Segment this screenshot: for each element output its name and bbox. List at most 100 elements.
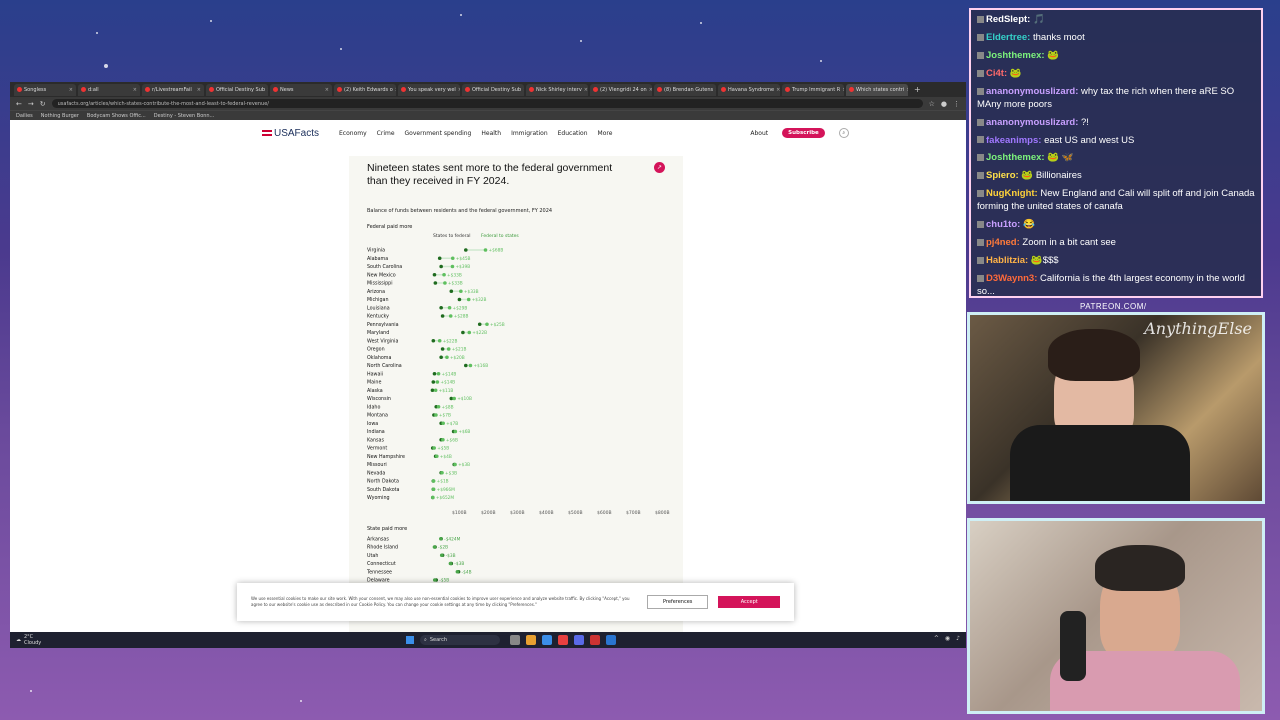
- preferences-button[interactable]: Preferences: [646, 595, 709, 609]
- chat-text: ?!: [1081, 116, 1089, 128]
- tab-label: (8) Brendan Gutens: [664, 86, 714, 93]
- close-icon[interactable]: ×: [267, 87, 268, 93]
- windows-start-icon[interactable]: [406, 636, 414, 644]
- browser-tab[interactable]: Nick Shirley interv ×: [526, 83, 588, 96]
- chat-username[interactable]: ananonymouslizard:: [986, 86, 1078, 97]
- chat-username[interactable]: fakeanimps:: [986, 135, 1041, 146]
- reload-icon[interactable]: ↻: [40, 100, 46, 108]
- dot-states-to-federal: [461, 330, 465, 335]
- chrome-icon[interactable]: [558, 635, 568, 645]
- chat-username[interactable]: Joshthemex:: [986, 152, 1045, 163]
- close-icon[interactable]: ×: [842, 87, 844, 93]
- chevron-up-icon[interactable]: ^: [934, 635, 939, 642]
- browser-tab[interactable]: Trump Immigrant R×: [782, 83, 844, 96]
- dot-federal-to-states: [437, 338, 442, 343]
- new-tab-icon[interactable]: +: [914, 85, 921, 94]
- nav-item[interactable]: More: [598, 130, 613, 137]
- nav-item[interactable]: Government spending: [405, 130, 472, 137]
- url-input[interactable]: usafacts.org/articles/which-states-contr…: [51, 99, 923, 108]
- bookmark-item[interactable]: Nothing Burger: [41, 113, 79, 119]
- nav-item[interactable]: Health: [481, 130, 501, 137]
- chat-username[interactable]: D3Waynn3:: [986, 273, 1037, 284]
- channel-watermark: AnythingElse: [1144, 319, 1252, 338]
- task-view-icon[interactable]: [510, 635, 520, 645]
- browser-tab[interactable]: (2) Vlengridi 24 on ×: [590, 83, 652, 96]
- discord-icon[interactable]: [574, 635, 584, 645]
- value-label: +$11B: [439, 388, 454, 394]
- close-icon[interactable]: ×: [133, 87, 137, 93]
- nav-item[interactable]: Crime: [377, 130, 395, 137]
- bookmark-item[interactable]: Dailies: [16, 113, 33, 119]
- browser-tab[interactable]: Havana Syndrome ×: [718, 83, 780, 96]
- browser-tab[interactable]: r/LivestreamFail ×: [142, 83, 204, 96]
- close-icon[interactable]: ×: [906, 87, 908, 93]
- close-icon[interactable]: ×: [325, 87, 329, 93]
- system-tray: ^ ◉ ♪: [934, 635, 960, 642]
- browser-tab[interactable]: (2) Keith Edwards o×: [334, 83, 396, 96]
- chat-username[interactable]: RedSlept:: [986, 14, 1030, 25]
- about-link[interactable]: About: [750, 130, 768, 137]
- state-label: Mississippi: [367, 281, 393, 287]
- nav-item[interactable]: Economy: [339, 130, 367, 137]
- chat-text: 🐸$$$: [1030, 255, 1059, 266]
- chat-text: thanks moot: [1033, 31, 1085, 43]
- star-icon[interactable]: ☆: [929, 100, 935, 108]
- search-icon[interactable]: ⌕: [838, 128, 849, 138]
- browser-tab[interactable]: Which states contri×: [846, 83, 908, 96]
- browser-tab[interactable]: Official Destiny Sub×: [206, 83, 268, 96]
- close-icon[interactable]: ×: [584, 87, 588, 93]
- close-icon[interactable]: ×: [649, 87, 652, 93]
- close-icon[interactable]: ×: [69, 87, 73, 93]
- chat-username[interactable]: Hablitzia:: [986, 255, 1028, 266]
- taskbar-search[interactable]: ⌕ Search: [420, 635, 500, 645]
- axis-tick-label: $300B: [510, 510, 525, 516]
- chat-username[interactable]: Eldertree:: [986, 32, 1030, 43]
- profile-icon[interactable]: ●: [941, 100, 947, 108]
- browser-tab[interactable]: News ×: [270, 83, 332, 96]
- chat-username[interactable]: Joshthemex:: [986, 50, 1045, 61]
- value-label: +$14B: [442, 371, 457, 377]
- close-icon[interactable]: ×: [197, 87, 201, 93]
- browser-tab[interactable]: (8) Brendan Gutens×: [654, 83, 716, 96]
- usafacts-logo[interactable]: USAFacts: [262, 128, 319, 139]
- value-label: +$3B: [445, 470, 457, 476]
- site-header: USAFacts Economy Crime Government spending…: [10, 120, 966, 146]
- browser-tab[interactable]: Songless ×: [14, 83, 76, 96]
- chat-username[interactable]: ananonymouslizard:: [986, 117, 1078, 128]
- chat-username[interactable]: chu1to:: [986, 219, 1020, 230]
- state-label: Indiana: [367, 429, 385, 435]
- subscribe-button[interactable]: Subscribe: [782, 128, 825, 138]
- forward-icon[interactable]: →: [28, 100, 34, 108]
- chat-username[interactable]: Spiero:: [986, 170, 1019, 181]
- browser-tab[interactable]: You speak very wel ×: [398, 83, 460, 96]
- chat-message: Eldertree: thanks moot: [977, 32, 1255, 45]
- chat-username[interactable]: Ci4t:: [986, 68, 1007, 79]
- menu-icon[interactable]: ⋮: [953, 100, 960, 108]
- bookmark-item[interactable]: Bodycam Shows Offic...: [87, 113, 146, 119]
- back-icon[interactable]: ←: [16, 100, 22, 108]
- browser-tab[interactable]: d:all ×: [78, 83, 140, 96]
- dot-states-to-federal: [464, 248, 468, 252]
- bookmark-item[interactable]: Destiny - Steven Bonn...: [154, 113, 215, 119]
- steam-icon[interactable]: [606, 635, 616, 645]
- nav-item[interactable]: Immigration: [511, 130, 548, 137]
- close-icon[interactable]: ×: [395, 87, 396, 93]
- close-icon[interactable]: ×: [776, 87, 780, 93]
- dot-federal-to-states: [442, 272, 446, 277]
- state-label: Alaska: [367, 388, 383, 394]
- app-icon[interactable]: [590, 635, 600, 645]
- chat-username[interactable]: NugKnight:: [986, 188, 1038, 199]
- close-icon[interactable]: ×: [523, 87, 524, 93]
- chat-username[interactable]: pj4ned:: [986, 237, 1020, 248]
- close-icon[interactable]: ×: [458, 87, 460, 93]
- axis-tick-label: $200B: [481, 510, 496, 516]
- accept-button[interactable]: Accept: [718, 596, 780, 608]
- file-explorer-icon[interactable]: [526, 635, 536, 645]
- close-icon[interactable]: ×: [715, 87, 716, 93]
- browser-tab[interactable]: Official Destiny Sub×: [462, 83, 524, 96]
- weather-widget[interactable]: ☁ 2°C Cloudy: [16, 634, 41, 646]
- nav-item[interactable]: Education: [558, 130, 588, 137]
- network-icon[interactable]: ◉: [945, 635, 950, 642]
- volume-icon[interactable]: ♪: [956, 635, 960, 642]
- edge-icon[interactable]: [542, 635, 552, 645]
